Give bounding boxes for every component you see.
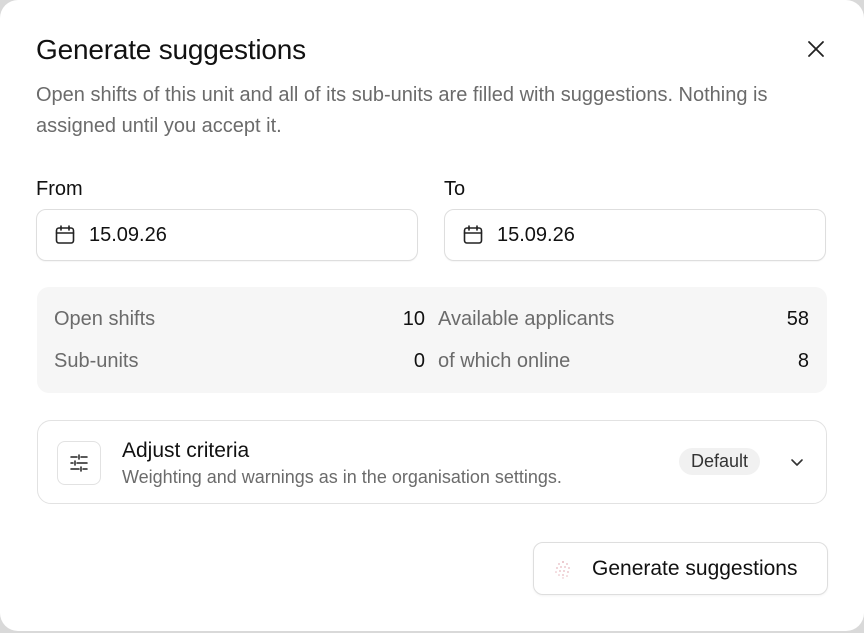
calendar-icon	[462, 224, 484, 246]
close-button[interactable]	[803, 36, 829, 62]
available-applicants-label: Available applicants	[438, 308, 615, 330]
generate-suggestions-button[interactable]: Generate suggestions	[533, 542, 828, 595]
online-applicants-value: 8	[797, 350, 809, 372]
dialog-description: Open shifts of this unit and all of its …	[36, 84, 768, 137]
criteria-status-badge: Default	[679, 448, 761, 475]
sparkle-icon	[552, 558, 574, 580]
online-applicants-label: of which online	[438, 350, 571, 372]
to-date-value: 15.09.26	[497, 223, 575, 246]
sliders-icon	[57, 441, 101, 485]
open-shifts-value: 10	[402, 308, 425, 330]
from-label: From	[36, 178, 83, 200]
available-applicants-value: 58	[786, 308, 809, 330]
dialog-title: Generate suggestions	[36, 34, 306, 65]
generate-suggestions-label: Generate suggestions	[592, 556, 798, 580]
calendar-icon	[54, 224, 76, 246]
from-date-field[interactable]: 15.09.26	[36, 209, 418, 261]
generate-suggestions-dialog: Generate suggestions Open shifts of this…	[0, 0, 864, 631]
stats-panel: Open shifts 10 Sub-units 0 Available app…	[37, 287, 827, 393]
from-date-value: 15.09.26	[89, 223, 167, 246]
sub-units-label: Sub-units	[54, 350, 139, 372]
to-label: To	[444, 178, 466, 200]
open-shifts-label: Open shifts	[54, 308, 156, 330]
chevron-down-icon[interactable]	[789, 454, 805, 470]
adjust-criteria-row[interactable]: Adjust criteria Weighting and warnings a…	[37, 420, 827, 504]
criteria-title: Adjust criteria	[122, 439, 250, 462]
sub-units-value: 0	[413, 350, 425, 372]
criteria-subtitle: Weighting and warnings as in the organis…	[122, 467, 562, 487]
close-icon	[808, 41, 824, 57]
to-date-field[interactable]: 15.09.26	[444, 209, 826, 261]
